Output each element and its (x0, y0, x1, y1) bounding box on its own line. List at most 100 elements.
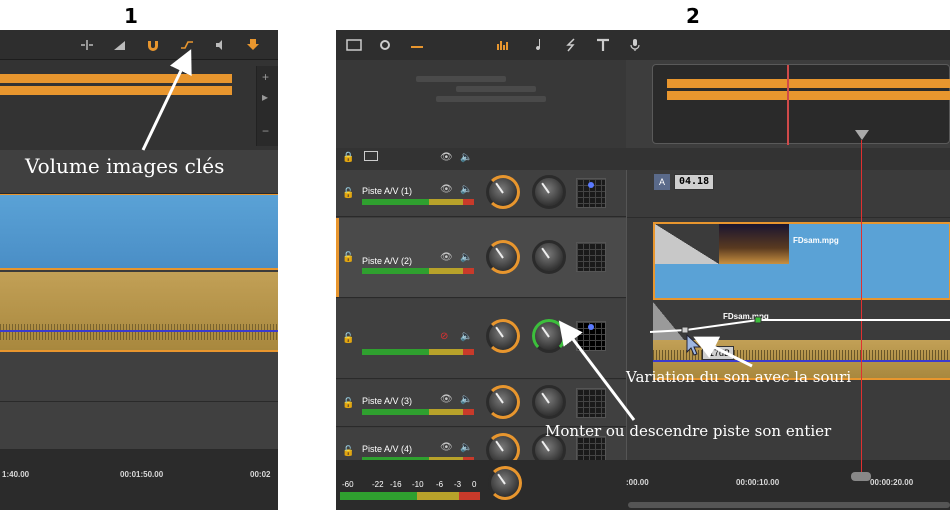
callout-monter-descendre: Monter ou descendre piste son entier (545, 422, 832, 440)
music-icon[interactable] (532, 38, 546, 52)
navigator-bar (667, 79, 950, 88)
track-name: Piste A/V (1) (362, 186, 413, 196)
volume-knob[interactable] (486, 319, 520, 353)
speaker-icon[interactable] (214, 38, 228, 52)
scroll-arrow[interactable]: ▸ (262, 90, 268, 104)
title-icon[interactable] (596, 38, 610, 52)
master-volume-knob[interactable] (488, 466, 522, 500)
ruler-tick-label: 00:00:20.00 (870, 478, 914, 487)
track-menu-icon[interactable] (346, 38, 364, 52)
bottom-bar: -60 -22 -16 -10 -6 -3 0 :00.00 00:00:10.… (336, 460, 950, 510)
meter-scale-label: -16 (390, 480, 402, 489)
placeholder-bar (456, 86, 536, 92)
ruler-tick-label: 00:01:50.00 (120, 470, 164, 479)
volume-line[interactable] (0, 330, 278, 332)
pan-knob[interactable] (532, 175, 566, 209)
speaker-small-icon[interactable]: 🔈 (460, 394, 472, 405)
track-header-row: 🔒 👁 🔈 (336, 148, 950, 170)
track-name: Piste A/V (3) (362, 396, 413, 406)
track-row (0, 402, 278, 450)
zoom-in-button[interactable]: + (262, 70, 269, 84)
volume-knob[interactable] (486, 240, 520, 274)
lock-icon[interactable]: 🔓 (342, 398, 354, 409)
pan-knob[interactable] (532, 240, 566, 274)
video-clip[interactable] (0, 194, 278, 270)
import-icon[interactable] (246, 38, 260, 52)
placeholder-bar (416, 76, 506, 82)
track-level-meter (362, 349, 474, 355)
panel-number-1: 1 (124, 4, 138, 28)
track-row-audio[interactable]: 🔓 ⊘ 🔈 (336, 299, 626, 379)
volume-knob[interactable] (486, 385, 520, 419)
eye-icon[interactable]: 👁 (440, 152, 453, 163)
eye-icon[interactable]: 👁 (440, 252, 453, 263)
track-header-area (336, 60, 626, 148)
panel-number-2: 2 (686, 4, 700, 28)
surround-pad[interactable] (576, 242, 606, 272)
audio-clip[interactable] (0, 272, 278, 352)
sound-effect-icon[interactable] (564, 38, 578, 52)
track-row-1[interactable]: 🔓 Piste A/V (1) 👁 🔈 (336, 170, 626, 217)
meter-scale-label: -60 (342, 480, 354, 489)
eye-icon[interactable]: 👁 (440, 184, 453, 195)
track-icon[interactable] (364, 151, 378, 161)
audio-mixer-icon[interactable] (410, 38, 424, 52)
surround-pad[interactable] (576, 178, 606, 208)
lock-icon[interactable]: 🔓 (342, 333, 354, 344)
zoom-out-button[interactable]: − (262, 124, 269, 138)
meter-scale-label: -6 (436, 480, 444, 489)
settings-icon[interactable] (378, 38, 392, 52)
fx-icon[interactable] (113, 38, 127, 52)
playhead-scrub-handle[interactable] (851, 472, 871, 481)
track-row-3[interactable]: 🔓 Piste A/V (3) 👁 🔈 (336, 380, 626, 427)
ruler-tick-label: 00:02 (250, 470, 271, 479)
ruler-tick-label: 00:00:10.00 (736, 478, 780, 487)
track-level-meter (362, 268, 474, 274)
audio-levels-icon[interactable] (496, 38, 510, 52)
db-tooltip: -17dB (702, 346, 735, 360)
track-level-meter (362, 409, 474, 415)
volume-keyframes-icon[interactable] (180, 38, 194, 52)
timeline-panel-1: + ▸ − 1:40.00 00:01:50.00 00:02 (0, 30, 278, 510)
playhead-handle[interactable] (855, 130, 869, 140)
speaker-small-icon[interactable]: 🔈 (460, 184, 472, 195)
surround-pad[interactable] (576, 388, 606, 418)
master-level-meter (340, 492, 480, 500)
ruler-tick-label: 1:40.00 (2, 470, 30, 479)
lock-icon[interactable]: 🔓 (342, 252, 354, 263)
eye-icon[interactable]: 👁 (440, 394, 453, 405)
magnet-icon[interactable] (146, 38, 160, 52)
video-clip[interactable]: FDsam.mpg (653, 222, 950, 300)
speaker-small-icon[interactable]: 🔈 (460, 252, 472, 263)
meter-scale-label: -10 (412, 480, 424, 489)
clip-name: FDsam.mpg (793, 236, 839, 245)
navigator-cursor[interactable] (787, 65, 789, 145)
navigator[interactable] (652, 64, 950, 145)
split-icon[interactable] (80, 38, 94, 52)
speaker-small-icon[interactable]: 🔈 (460, 152, 472, 163)
lock-icon[interactable]: 🔒 (342, 152, 354, 163)
navigator-bar (0, 74, 232, 83)
surround-pad[interactable] (576, 321, 606, 351)
timecode-prefix: A (654, 174, 670, 190)
ruler-tick-label: :00.00 (626, 478, 649, 487)
placeholder-bar (436, 96, 546, 102)
pan-knob[interactable] (532, 385, 566, 419)
timeline-toolbar (0, 30, 278, 60)
volume-keyframe-line[interactable] (650, 310, 950, 340)
lock-icon[interactable]: 🔓 (342, 446, 354, 457)
pan-knob[interactable] (532, 319, 566, 353)
speaker-small-icon[interactable]: 🔈 (460, 442, 472, 453)
track-row-2[interactable]: 🔓 Piste A/V (2) 👁 🔈 (336, 218, 626, 298)
lock-icon[interactable]: 🔓 (342, 188, 354, 199)
zoom-control[interactable]: + ▸ − (256, 66, 278, 146)
volume-knob[interactable] (486, 175, 520, 209)
mic-icon[interactable] (628, 38, 642, 52)
eye-hidden-icon[interactable]: ⊘ (440, 331, 448, 342)
volume-line[interactable] (653, 360, 950, 362)
speaker-small-icon[interactable]: 🔈 (460, 331, 472, 342)
eye-icon[interactable]: 👁 (440, 442, 453, 453)
timeline-scrollbar[interactable] (628, 502, 950, 508)
navigator-strip (0, 60, 278, 150)
fade-handle[interactable] (655, 224, 719, 264)
